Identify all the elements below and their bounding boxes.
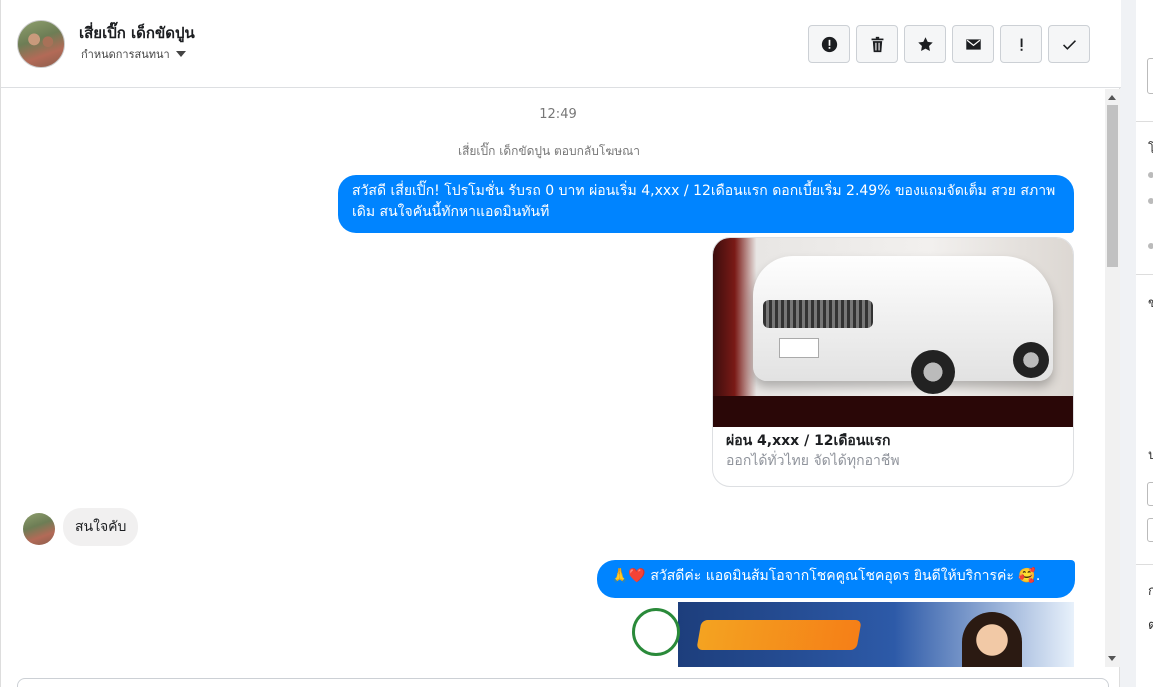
envelope-icon [965,38,981,50]
incoming-message[interactable]: สนใจคับ [63,508,139,546]
scrollbar-thumb[interactable] [1107,105,1118,267]
outgoing-message-greeting[interactable]: 🙏❤️ สวัสดีค่ะ แอดมินส้มโอจากโชคคูณโชคอุด… [597,560,1075,598]
sidebar-dot [1148,172,1153,178]
mark-unread-button[interactable] [952,25,994,63]
assign-conversation-dropdown[interactable]: กำหนดการสนทนา [81,45,186,63]
contact-name[interactable]: เสี่ยเปิ๊ก เด็กขัดปูน [79,21,195,45]
message-list[interactable]: 12:49 เสี่ยเปิ๊ก เด็กขัดปูน ตอบกลับโฆษณา… [1,89,1105,667]
sidebar-divider [1136,274,1153,275]
scroll-down-arrow-icon[interactable] [1108,656,1116,661]
ad-card-subtitle: ออกได้ทั่วไทย จัดได้ทุกอาชีพ [726,453,900,469]
vertical-scrollbar[interactable] [1105,89,1120,667]
sidebar-dot [1148,198,1153,204]
spam-report-button[interactable] [808,25,850,63]
truck-wheel [911,350,955,394]
admin-photo [962,612,1022,667]
check-icon [1062,39,1076,50]
sidebar-glyph: ป [1148,448,1153,463]
sidebar-field[interactable] [1147,518,1153,542]
ad-reply-notice: เสี่ยเปิ๊ก เด็กขัดปูน ตอบกลับโฆษณา [457,144,641,158]
scroll-up-arrow-icon[interactable] [1108,95,1116,100]
message-composer[interactable] [17,678,1109,687]
mark-done-button[interactable] [1048,25,1090,63]
sidebar-glyph: โ [1148,142,1153,157]
sidebar-field[interactable] [1147,58,1153,94]
caret-down-icon [175,51,186,57]
star-button[interactable] [904,25,946,63]
ad-card-image [713,238,1073,427]
follow-up-button[interactable] [1000,25,1042,63]
banner-graphic [696,620,862,650]
exclamation-icon [1020,38,1023,51]
trash-icon [871,36,883,52]
delete-button[interactable] [856,25,898,63]
sidebar-dot [1148,243,1153,249]
assign-label: กำหนดการสนทนา [81,48,170,61]
sidebar-divider [1136,564,1153,565]
contact-avatar[interactable] [17,20,65,68]
sidebar-glyph: ก [1148,584,1153,599]
sidebar-glyph: ต [1148,618,1153,633]
inbox-window: เสี่ยเปิ๊ก เด็กขัดปูน กำหนดการสนทนา 12:4… [0,0,1153,687]
sidebar-glyph: ข [1148,296,1153,311]
ad-card-strip [713,396,1073,427]
truck-wheel [1013,342,1049,378]
right-sidebar-partial: โ ข ป ก ต [1136,0,1153,687]
star-icon [917,36,933,51]
truck-grille [763,300,873,328]
conversation-panel: เสี่ยเปิ๊ก เด็กขัดปูน กำหนดการสนทนา 12:4… [0,0,1121,687]
alert-circle-icon [821,36,837,52]
sidebar-divider [1136,121,1153,122]
truck-plate [779,338,819,358]
outgoing-message-ad[interactable]: สวัสดี เสี่ยเปิ๊ก! โปรโมชั่น รับรถ 0 บาท… [338,175,1074,233]
sidebar-field[interactable] [1147,482,1153,506]
admin-banner-image[interactable] [624,602,1074,667]
message-timestamp: 12:49 [539,107,577,122]
customer-avatar[interactable] [23,513,55,545]
company-seal-logo [632,608,680,656]
ad-card-title: ผ่อน 4,xxx / 12เดือนแรก [726,433,891,449]
ad-card[interactable]: ผ่อน 4,xxx / 12เดือนแรก ออกได้ทั่วไทย จั… [712,237,1074,487]
conversation-header: เสี่ยเปิ๊ก เด็กขัดปูน กำหนดการสนทนา [1,0,1121,88]
header-actions [808,25,1090,63]
